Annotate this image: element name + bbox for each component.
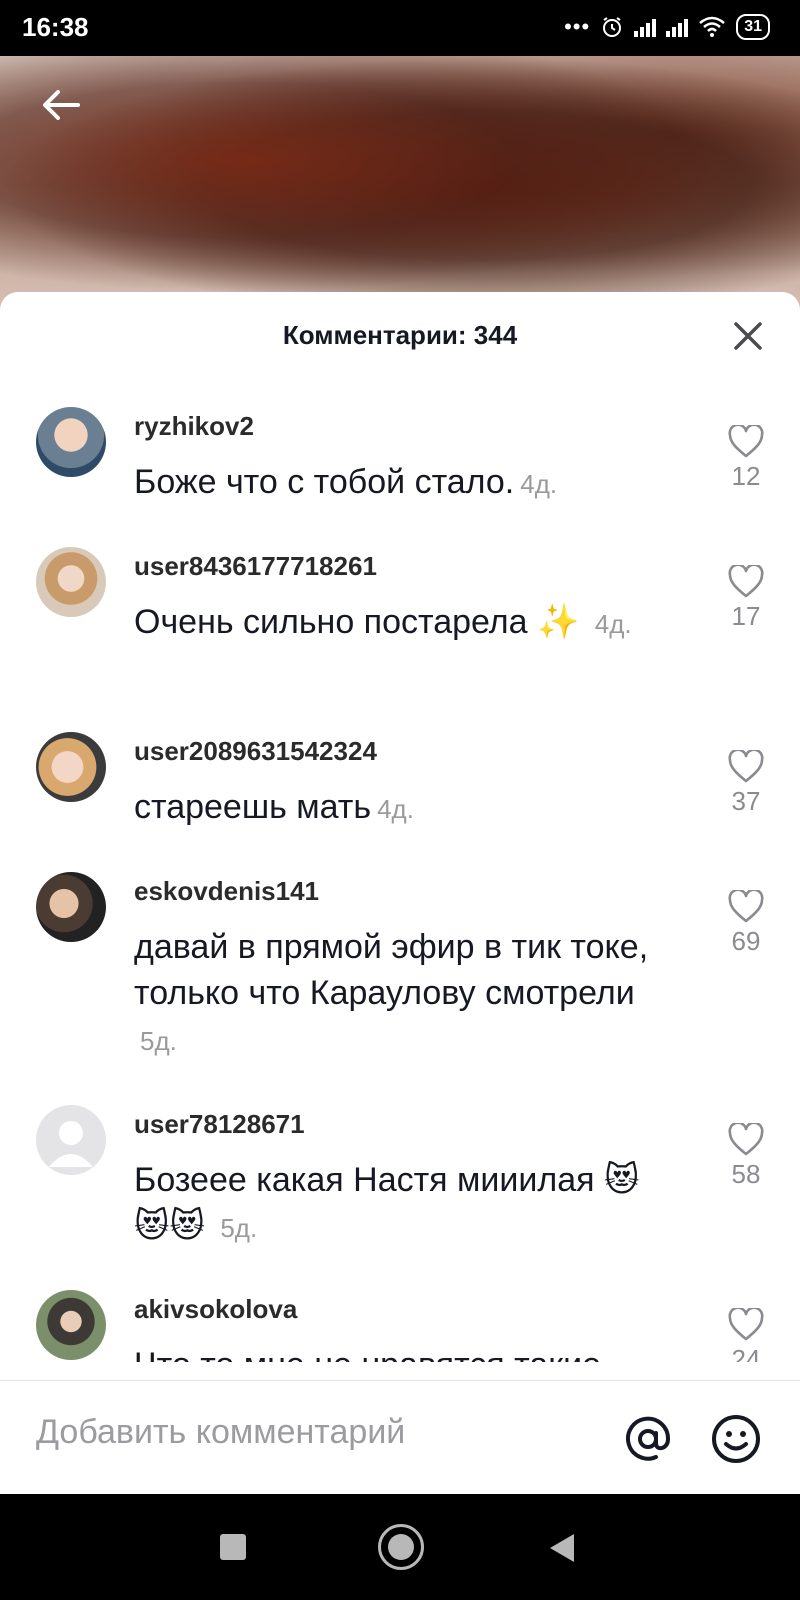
signal-icon-2: [666, 17, 689, 37]
smiley-icon: [712, 1415, 760, 1463]
comment-input-bar: [0, 1380, 800, 1495]
notification-dots: •••: [564, 14, 591, 39]
heart-outline-icon: [728, 1308, 764, 1341]
comment-input[interactable]: [36, 1413, 576, 1452]
home-button[interactable]: [378, 1524, 424, 1570]
status-bar: 16:38 ••• 31: [0, 0, 800, 56]
default-avatar-icon: [49, 1121, 93, 1167]
close-icon: [734, 322, 762, 350]
avatar[interactable]: [36, 732, 106, 802]
comment-username[interactable]: akivsokolova: [134, 1294, 297, 1325]
comment-username[interactable]: eskovdenis141: [134, 876, 319, 907]
avatar[interactable]: [36, 407, 106, 477]
avatar[interactable]: [36, 1105, 106, 1175]
avatar[interactable]: [36, 547, 106, 617]
comment-username[interactable]: user8436177718261: [134, 551, 377, 582]
like-count: 69: [731, 926, 761, 956]
comment-age: 4д.: [594, 609, 632, 639]
comment-username[interactable]: user2089631542324: [134, 736, 377, 767]
comment-body: Что то мне не нравятся такие: [134, 1346, 601, 1362]
comments-title: Комментарии: 344: [282, 320, 518, 350]
comment-body: Бозеее какая Настя мииилая 😻😻😻: [134, 1161, 640, 1245]
back-button[interactable]: [36, 80, 86, 130]
like-count: 37: [731, 786, 761, 816]
like-count: 58: [731, 1159, 761, 1189]
status-time: 16:38: [22, 12, 89, 42]
heart-outline-icon: [728, 890, 764, 923]
heart-outline-icon: [728, 1123, 764, 1156]
like-button[interactable]: 69: [706, 890, 786, 957]
status-icons: ••• 31: [564, 14, 770, 40]
alarm-icon: [603, 17, 622, 37]
battery-indicator: 31: [736, 14, 770, 40]
navigation-bar: [0, 1494, 800, 1600]
comment-text: стареешь мать 4д.: [134, 784, 654, 832]
comment-username[interactable]: ryzhikov2: [134, 411, 254, 442]
like-button[interactable]: 24: [706, 1308, 786, 1362]
signal-icon: [634, 17, 657, 37]
comment-body: давай в прямой эфир в тик токе, только ч…: [134, 928, 649, 1012]
comment-text: Очень сильно постарела ✨ 4д.: [134, 599, 654, 647]
like-count: 24: [731, 1344, 761, 1362]
comment-text: Бозеее какая Настя мииилая 😻😻😻 5д.: [134, 1157, 654, 1251]
back-arrow-icon: [43, 90, 80, 120]
heart-outline-icon: [728, 750, 764, 783]
comment-body: Боже что с тобой стало.: [134, 463, 515, 501]
comment-age: 4д.: [377, 794, 414, 824]
close-button[interactable]: [732, 320, 764, 352]
comments-sheet: Комментарии: 344 ryzhikov2 Боже что с то…: [0, 292, 800, 1494]
comment-age: 4д.: [520, 469, 558, 499]
like-button[interactable]: 58: [706, 1123, 786, 1190]
wifi-icon: [699, 16, 726, 37]
comment-age: 5д.: [140, 1026, 177, 1056]
mention-button[interactable]: [622, 1413, 674, 1465]
avatar[interactable]: [36, 872, 106, 942]
comment-text: давай в прямой эфир в тик токе, только ч…: [134, 924, 654, 1064]
system-back-button[interactable]: [550, 1534, 574, 1562]
video-background: [0, 56, 800, 316]
comment-body: стареешь мать: [134, 788, 372, 826]
avatar[interactable]: [36, 1290, 106, 1360]
comment-text: Боже что с тобой стало. 4д.: [134, 459, 654, 507]
like-button[interactable]: 17: [706, 565, 786, 632]
comments-list[interactable]: ryzhikov2 Боже что с тобой стало. 4д. 12 …: [0, 402, 800, 1362]
heart-outline-icon: [728, 565, 764, 598]
comment-username[interactable]: user78128671: [134, 1109, 305, 1140]
comment-text: Что то мне не нравятся такие: [134, 1342, 654, 1362]
like-button[interactable]: 37: [706, 750, 786, 817]
heart-outline-icon: [728, 425, 764, 458]
emoji-button[interactable]: [710, 1413, 762, 1465]
comment-body: Очень сильно постарела ✨: [134, 603, 580, 641]
comment-age: 5д.: [220, 1213, 258, 1243]
like-count: 12: [731, 461, 761, 491]
at-sign-icon: [626, 1416, 671, 1461]
recent-apps-button[interactable]: [220, 1534, 246, 1560]
like-count: 17: [731, 601, 761, 631]
like-button[interactable]: 12: [706, 425, 786, 492]
